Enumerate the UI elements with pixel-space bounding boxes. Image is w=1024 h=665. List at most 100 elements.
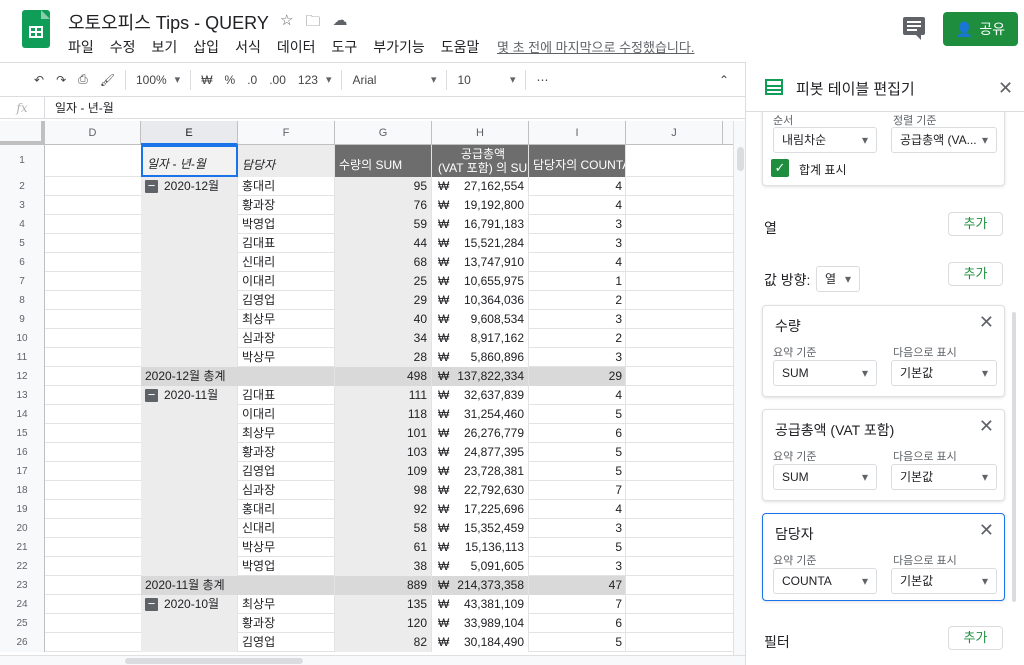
manager-cell[interactable]: 이대리 — [238, 272, 335, 291]
increase-decimal-button[interactable]: .00 — [263, 68, 292, 92]
sort-by-select[interactable]: 공급총액 (VA... — [891, 127, 997, 153]
amount-cell[interactable]: ₩5,091,605 — [432, 557, 529, 576]
currency-format-button[interactable]: ₩ — [195, 68, 218, 92]
group-cell[interactable] — [141, 348, 238, 367]
row-number[interactable]: 15 — [0, 424, 45, 443]
manager-cell[interactable]: 심과장 — [238, 481, 335, 500]
count-cell[interactable]: 2 — [529, 329, 626, 348]
count-cell[interactable]: 6 — [529, 424, 626, 443]
column-header-j[interactable]: J — [626, 121, 723, 145]
manager-cell[interactable]: 최상무 — [238, 310, 335, 329]
manager-cell[interactable]: 최상무 — [238, 424, 335, 443]
count-cell[interactable]: 3 — [529, 234, 626, 253]
row-number[interactable]: 12 — [0, 367, 45, 386]
manager-cell[interactable]: 박영업 — [238, 557, 335, 576]
row-number[interactable]: 8 — [0, 291, 45, 310]
document-title[interactable]: 오토오피스 Tips - QUERY — [68, 9, 269, 35]
row-number[interactable]: 17 — [0, 462, 45, 481]
row-number[interactable]: 11 — [0, 348, 45, 367]
formula-input[interactable]: 일자 - 년-월 — [45, 99, 114, 116]
group-cell[interactable] — [141, 538, 238, 557]
row-number[interactable]: 1 — [0, 145, 45, 177]
group-cell[interactable] — [141, 234, 238, 253]
manager-cell[interactable]: 김영업 — [238, 462, 335, 481]
cloud-status-icon[interactable]: ☁ — [332, 11, 347, 36]
group-cell[interactable] — [141, 481, 238, 500]
manager-cell[interactable]: 김대표 — [238, 234, 335, 253]
amount-cell[interactable]: ₩10,364,036 — [432, 291, 529, 310]
qty-cell[interactable]: 34 — [335, 329, 432, 348]
amount-cell[interactable]: ₩214,373,358 — [432, 576, 529, 595]
group-cell[interactable] — [141, 196, 238, 215]
row-number[interactable]: 3 — [0, 196, 45, 215]
manager-cell[interactable]: 김영업 — [238, 291, 335, 310]
zoom-select[interactable]: 100% — [130, 68, 186, 92]
manager-cell[interactable]: 황과장 — [238, 196, 335, 215]
count-cell[interactable]: 4 — [529, 500, 626, 519]
row-number[interactable]: 4 — [0, 215, 45, 234]
more-formats-select[interactable]: 123 — [292, 68, 338, 92]
row-number[interactable]: 10 — [0, 329, 45, 348]
amount-cell[interactable]: ₩33,989,104 — [432, 614, 529, 633]
collapse-group-icon[interactable]: − — [145, 597, 158, 612]
count-cell[interactable]: 4 — [529, 253, 626, 272]
percent-format-button[interactable]: % — [219, 68, 242, 92]
qty-cell[interactable]: 118 — [335, 405, 432, 424]
group-cell[interactable] — [141, 462, 238, 481]
count-cell[interactable]: 5 — [529, 538, 626, 557]
row-number[interactable]: 6 — [0, 253, 45, 272]
group-total-label[interactable]: 2020-12월 총계 — [141, 367, 335, 386]
group-cell[interactable] — [141, 272, 238, 291]
count-cell[interactable]: 3 — [529, 519, 626, 538]
row-number[interactable]: 21 — [0, 538, 45, 557]
menu-tools[interactable]: 도구 — [331, 37, 364, 57]
qty-cell[interactable]: 95 — [335, 177, 432, 196]
count-cell[interactable]: 3 — [529, 215, 626, 234]
qty-cell[interactable]: 44 — [335, 234, 432, 253]
count-cell[interactable]: 3 — [529, 348, 626, 367]
group-cell[interactable]: −2020-12월 — [141, 177, 238, 196]
manager-cell[interactable]: 김영업 — [238, 633, 335, 652]
amount-cell[interactable]: ₩19,192,800 — [432, 196, 529, 215]
manager-cell[interactable]: 최상무 — [238, 595, 335, 614]
row-number[interactable]: 13 — [0, 386, 45, 405]
amount-cell[interactable]: ₩32,637,839 — [432, 386, 529, 405]
spreadsheet-grid[interactable]: D E F G H I J 1 일자 - 년-월 담당자 수량의 SUM 공급총… — [0, 121, 733, 655]
column-header-e[interactable]: E — [141, 121, 238, 145]
menu-format[interactable]: 서식 — [235, 37, 268, 57]
vertical-scroll-thumb[interactable] — [737, 147, 744, 171]
qty-cell[interactable]: 111 — [335, 386, 432, 405]
group-cell[interactable] — [141, 405, 238, 424]
row-number[interactable]: 26 — [0, 633, 45, 652]
column-header-f[interactable]: F — [238, 121, 335, 145]
star-icon[interactable]: ☆ — [280, 11, 293, 36]
group-cell[interactable] — [141, 329, 238, 348]
show-as-select[interactable]: 기본값 — [891, 464, 997, 490]
qty-cell[interactable]: 25 — [335, 272, 432, 291]
amount-cell[interactable]: ₩15,352,459 — [432, 519, 529, 538]
row-number[interactable]: 19 — [0, 500, 45, 519]
manager-cell[interactable]: 홍대리 — [238, 500, 335, 519]
amount-cell[interactable]: ₩27,162,554 — [432, 177, 529, 196]
manager-cell[interactable]: 이대리 — [238, 405, 335, 424]
manager-cell[interactable]: 황과장 — [238, 614, 335, 633]
amount-cell[interactable]: ₩17,225,696 — [432, 500, 529, 519]
more-options-icon[interactable]: ⋯ — [530, 68, 554, 92]
add-filter-button[interactable]: 추가 — [948, 626, 1003, 650]
move-folder-icon[interactable]: 🗀 — [305, 11, 320, 36]
show-totals-checkbox[interactable]: ✓ — [771, 159, 789, 177]
manager-cell[interactable]: 황과장 — [238, 443, 335, 462]
collapse-group-icon[interactable]: − — [145, 179, 158, 194]
qty-cell[interactable]: 38 — [335, 557, 432, 576]
count-cell[interactable]: 2 — [529, 291, 626, 310]
horizontal-scroll-thumb[interactable] — [125, 658, 303, 664]
qty-cell[interactable]: 59 — [335, 215, 432, 234]
qty-cell[interactable]: 58 — [335, 519, 432, 538]
manager-cell[interactable]: 홍대리 — [238, 177, 335, 196]
redo-icon[interactable]: ↷ — [50, 68, 72, 92]
row-number[interactable]: 25 — [0, 614, 45, 633]
group-total-label[interactable]: 2020-11월 총계 — [141, 576, 335, 595]
group-cell[interactable] — [141, 443, 238, 462]
row-number[interactable]: 18 — [0, 481, 45, 500]
manager-cell[interactable]: 박상무 — [238, 538, 335, 557]
